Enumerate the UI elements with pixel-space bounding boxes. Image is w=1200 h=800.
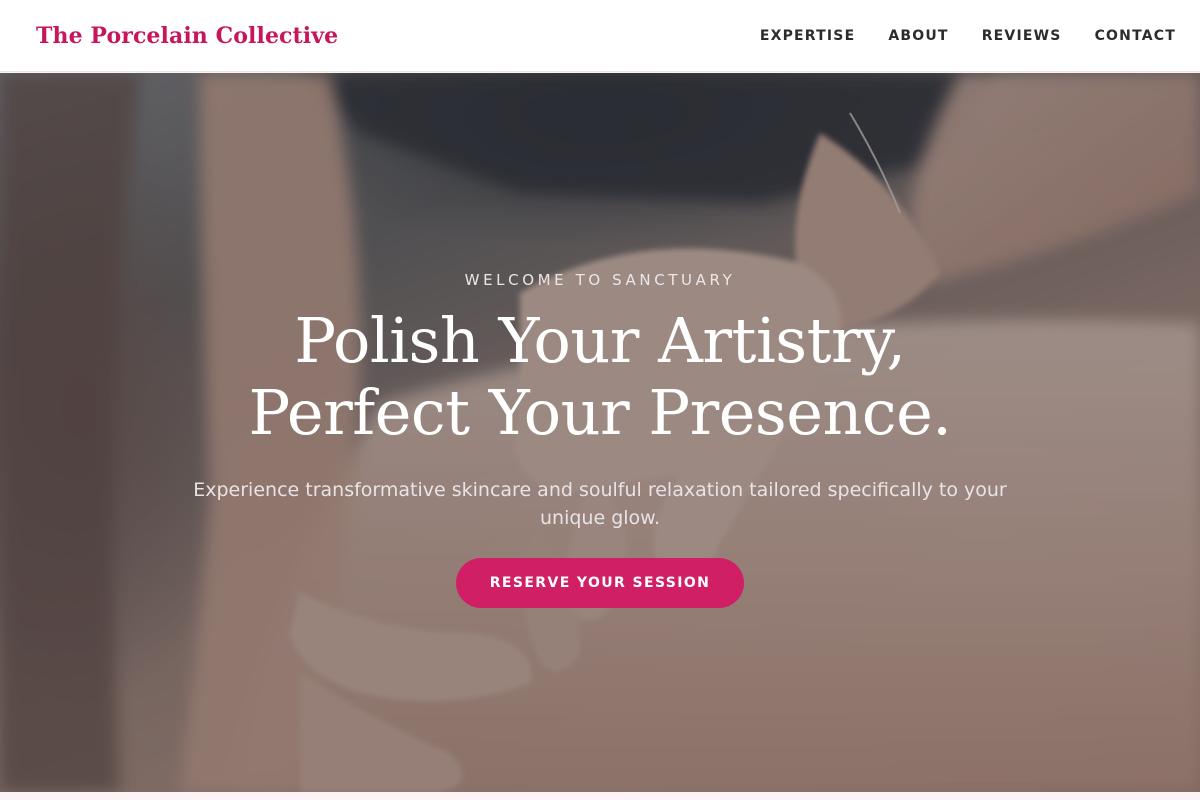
- hero-headline-line-2: Perfect Your Presence.: [248, 376, 953, 449]
- page-bottom-strip: [0, 792, 1200, 800]
- site-header: The Porcelain Collective EXPERTISE ABOUT…: [0, 0, 1200, 72]
- nav-contact[interactable]: CONTACT: [1095, 28, 1176, 44]
- nav-about[interactable]: ABOUT: [888, 28, 948, 44]
- hero-eyebrow: WELCOME TO SANCTUARY: [464, 271, 736, 289]
- nav-expertise[interactable]: EXPERTISE: [760, 28, 856, 44]
- brand-logo[interactable]: The Porcelain Collective: [36, 23, 338, 49]
- reserve-session-button[interactable]: RESERVE YOUR SESSION: [456, 558, 744, 608]
- hero-content: WELCOME TO SANCTUARY Polish Your Artistr…: [0, 73, 1200, 792]
- main-nav: EXPERTISE ABOUT REVIEWS CONTACT: [760, 28, 1176, 44]
- hero-headline: Polish Your Artistry, Perfect Your Prese…: [0, 305, 1200, 449]
- hero-subtext: Experience transformative skincare and s…: [193, 479, 1007, 529]
- nav-reviews[interactable]: REVIEWS: [982, 28, 1062, 44]
- hero-section: WELCOME TO SANCTUARY Polish Your Artistr…: [0, 73, 1200, 792]
- hero-headline-line-1: Polish Your Artistry,: [294, 304, 906, 377]
